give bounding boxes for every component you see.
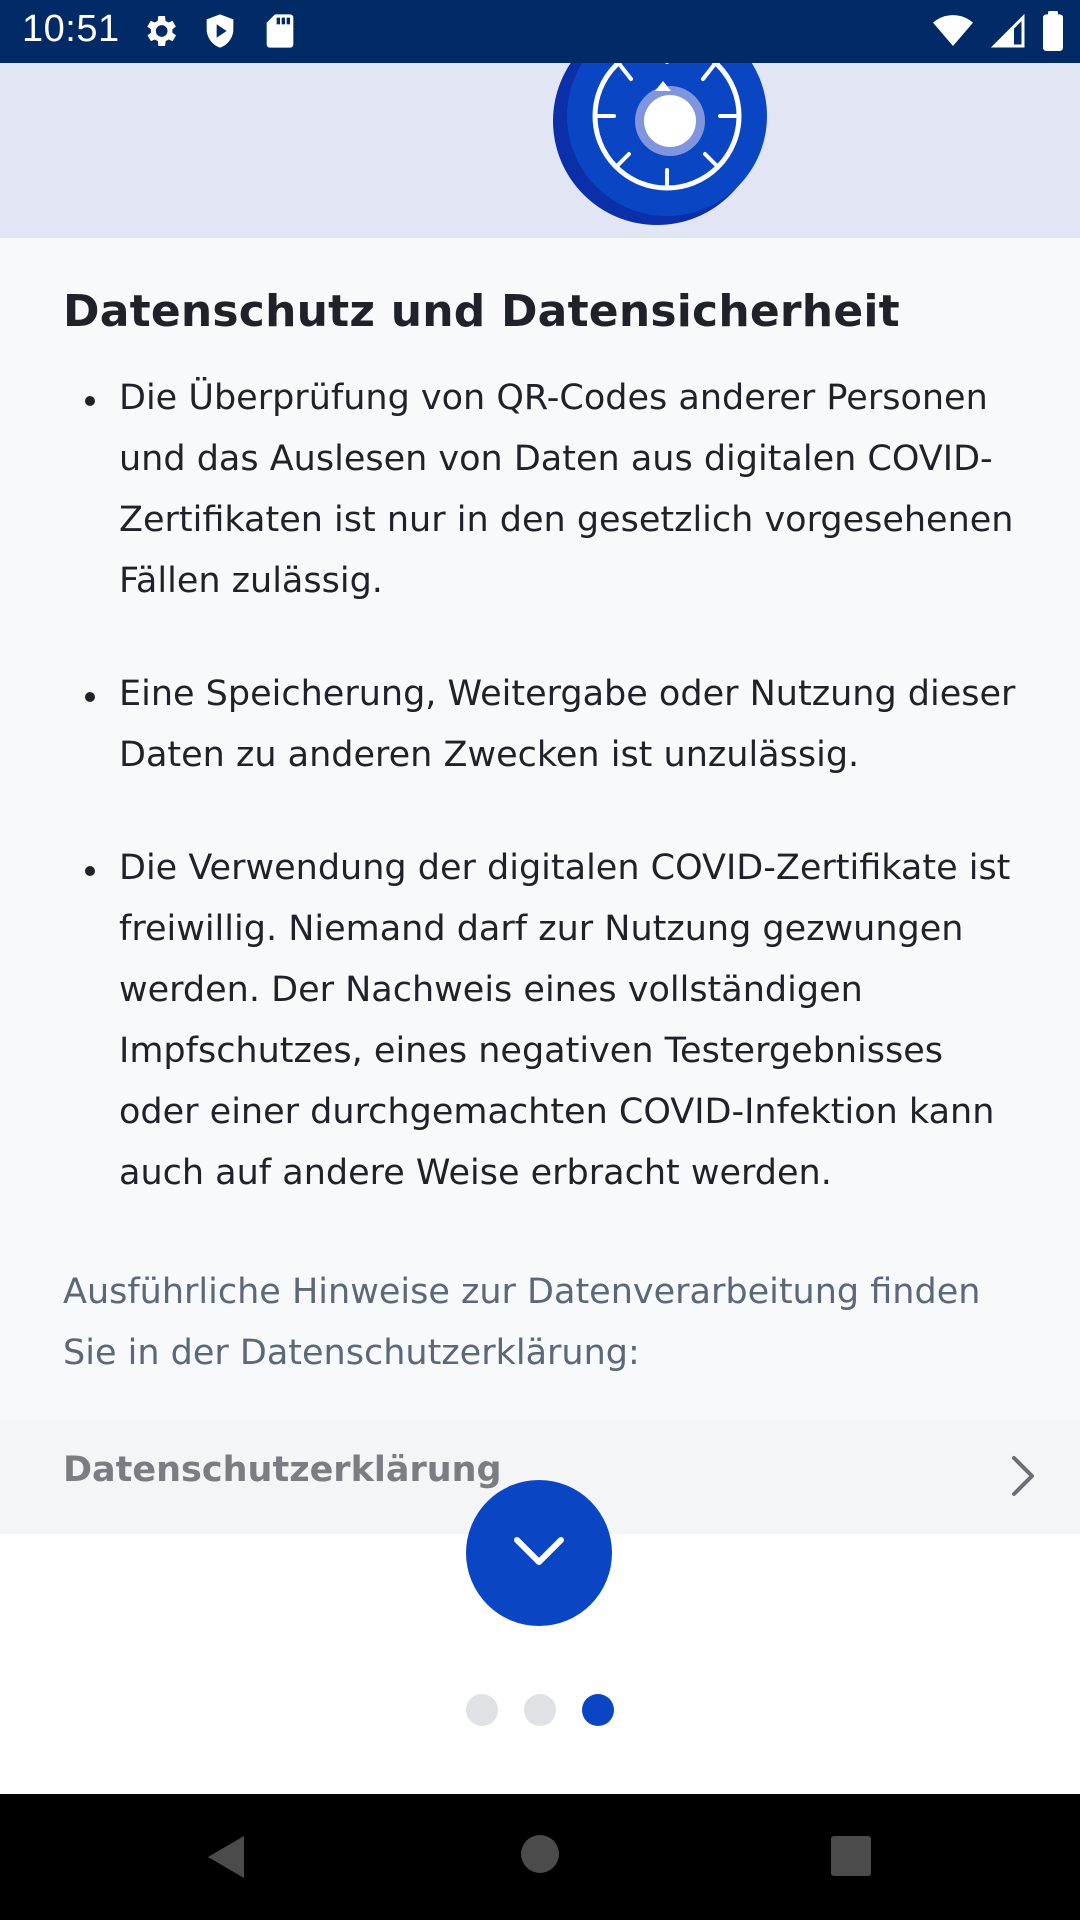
page-title: Datenschutz und Datensicherheit [63, 286, 900, 337]
bullet-item: Die Überprüfung von QR-Codes anderer Per… [63, 368, 1023, 612]
settings-icon [140, 11, 180, 56]
chevron-down-icon [511, 1534, 567, 1573]
signal-icon [990, 11, 1026, 56]
privacy-policy-link-label: Datenschutzerklärung [63, 1450, 502, 1490]
battery-icon [1042, 11, 1064, 56]
sd-card-icon [260, 11, 300, 56]
navigation-bar [0, 1794, 1080, 1920]
status-bar: 10:51 [0, 0, 1080, 63]
lock-dial-icon [553, 63, 767, 225]
page-indicator [466, 1694, 614, 1726]
status-time: 10:51 [22, 8, 120, 50]
page-dot[interactable] [524, 1694, 556, 1726]
privacy-bullet-list: Die Überprüfung von QR-Codes anderer Per… [63, 368, 1023, 1256]
chevron-right-icon [1008, 1454, 1038, 1503]
scroll-down-button[interactable] [466, 1480, 612, 1626]
page-dot-active[interactable] [582, 1694, 614, 1726]
recents-icon[interactable] [831, 1836, 871, 1881]
home-icon[interactable] [520, 1834, 560, 1879]
page-dot[interactable] [466, 1694, 498, 1726]
shield-play-icon [200, 11, 240, 56]
wifi-icon [932, 11, 974, 56]
privacy-hint-text: Ausführliche Hinweise zur Datenverarbeit… [63, 1272, 981, 1373]
hero-banner [0, 63, 1080, 238]
bullet-item: Die Verwendung der digitalen COVID-Zerti… [63, 838, 1023, 1204]
back-icon[interactable] [204, 1832, 248, 1887]
bullet-item: Eine Speicherung, Weitergabe oder Nutzun… [63, 664, 1023, 786]
